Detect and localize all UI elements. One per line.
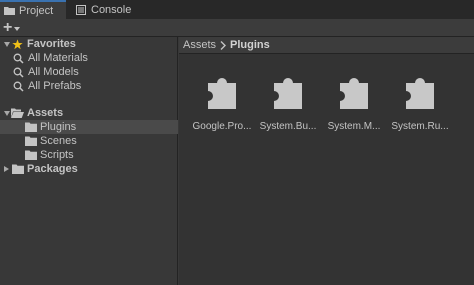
tree-item-scripts[interactable]: Scripts xyxy=(0,148,178,162)
folder-tree: Favorites All Materials All Models All P… xyxy=(0,37,178,285)
tree-item-label: All Models xyxy=(28,66,79,78)
tab-console-label: Console xyxy=(91,3,132,16)
folder-icon xyxy=(24,149,37,161)
tree-item-label: Scripts xyxy=(40,149,74,161)
plus-icon: + xyxy=(3,19,13,36)
tree-item-plugins[interactable]: Plugins xyxy=(0,120,178,134)
console-icon xyxy=(75,4,87,16)
tree-assets[interactable]: Assets xyxy=(0,106,178,120)
expand-arrow-icon[interactable] xyxy=(2,41,11,47)
expand-arrow-icon[interactable] xyxy=(2,166,11,172)
asset-name: System.Bu... xyxy=(259,121,317,132)
asset-name: Google.Pro... xyxy=(192,121,252,132)
toolbar: + xyxy=(0,19,474,37)
puzzle-piece-icon xyxy=(271,73,305,111)
tab-console[interactable]: Console xyxy=(72,0,137,19)
puzzle-piece-icon xyxy=(403,73,437,111)
breadcrumb: Assets Plugins xyxy=(179,37,474,54)
breadcrumb-assets[interactable]: Assets xyxy=(183,39,216,51)
tree-item-label: All Prefabs xyxy=(28,80,82,92)
asset-name: System.M... xyxy=(327,121,381,132)
puzzle-piece-icon xyxy=(205,73,239,111)
folder-icon xyxy=(11,163,24,175)
asset-browser: Assets Plugins Google.Pro... System.Bu..… xyxy=(179,37,474,285)
folder-icon xyxy=(24,121,37,133)
asset-item[interactable]: System.Bu... xyxy=(253,73,323,132)
folder-open-icon xyxy=(11,107,24,119)
tree-item-label: Plugins xyxy=(40,121,77,133)
search-icon xyxy=(12,52,25,64)
tree-favorites-label: Favorites xyxy=(27,38,76,50)
search-icon xyxy=(12,80,25,92)
tree-item-label: All Materials xyxy=(28,52,88,64)
chevron-down-icon xyxy=(14,27,21,31)
expand-arrow-icon[interactable] xyxy=(2,110,11,116)
tab-project-label: Project xyxy=(19,4,54,17)
chevron-right-icon xyxy=(220,40,227,50)
tab-project[interactable]: Project xyxy=(0,0,66,19)
tree-item-all-materials[interactable]: All Materials xyxy=(0,51,178,65)
tree-assets-label: Assets xyxy=(27,107,64,119)
breadcrumb-plugins[interactable]: Plugins xyxy=(230,39,270,51)
puzzle-piece-icon xyxy=(337,73,371,111)
tree-item-all-models[interactable]: All Models xyxy=(0,65,178,79)
tree-item-scenes[interactable]: Scenes xyxy=(0,134,178,148)
search-icon xyxy=(12,66,25,78)
tree-favorites[interactable]: Favorites xyxy=(0,37,178,51)
tree-item-label: Scenes xyxy=(40,135,77,147)
asset-name: System.Ru... xyxy=(391,121,449,132)
tree-packages-label: Packages xyxy=(27,163,78,175)
asset-item[interactable]: System.Ru... xyxy=(385,73,455,132)
folder-icon xyxy=(24,135,37,147)
tree-packages[interactable]: Packages xyxy=(0,162,178,176)
create-button[interactable]: + xyxy=(1,20,25,36)
star-icon xyxy=(11,38,24,50)
folder-icon xyxy=(3,5,15,17)
asset-item[interactable]: System.M... xyxy=(319,73,389,132)
tab-bar: Project Console xyxy=(0,0,474,19)
tree-item-all-prefabs[interactable]: All Prefabs xyxy=(0,79,178,93)
asset-item[interactable]: Google.Pro... xyxy=(187,73,257,132)
